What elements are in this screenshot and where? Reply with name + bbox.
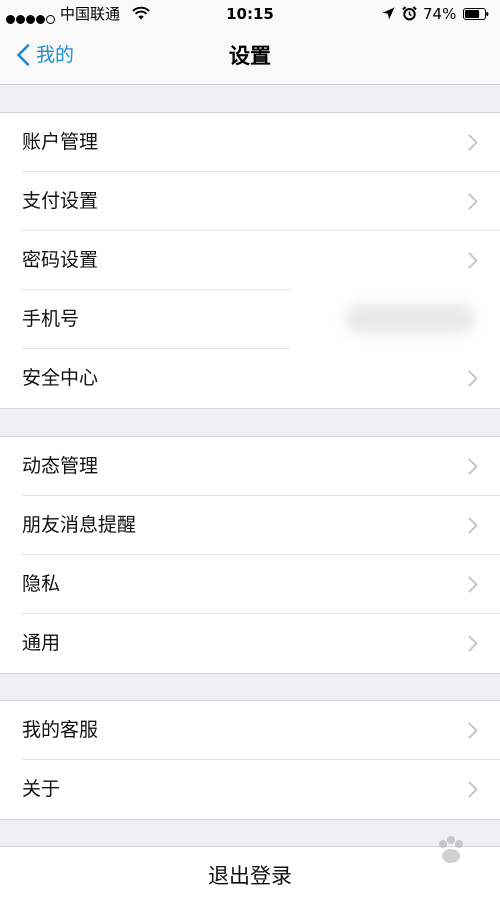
blurred-phone-value — [345, 304, 475, 334]
settings-item-label: 安全中心 — [22, 367, 99, 389]
settings-item-label: 账户管理 — [22, 131, 99, 153]
settings-group-support: 我的客服 关于 — [0, 700, 500, 820]
settings-item-password-settings[interactable]: 密码设置 — [0, 231, 500, 290]
settings-item-friend-notifications[interactable]: 朋友消息提醒 — [0, 496, 500, 555]
settings-group-account: 账户管理 支付设置 密码设置 手机号 安全中心 — [0, 112, 500, 409]
settings-item-label: 关于 — [22, 778, 61, 800]
battery-percentage: 74% — [423, 5, 457, 23]
settings-group-general: 动态管理 朋友消息提醒 隐私 通用 — [0, 436, 500, 674]
alarm-clock-icon — [402, 6, 417, 21]
status-bar: 中国联通 10:15 74% — [0, 0, 500, 28]
settings-item-label: 支付设置 — [22, 190, 99, 212]
watermark-logo — [439, 836, 463, 863]
battery-icon — [463, 8, 489, 20]
settings-item-payment-settings[interactable]: 支付设置 — [0, 172, 500, 231]
settings-item-label: 朋友消息提醒 — [22, 514, 137, 536]
chevron-right-icon — [468, 722, 478, 739]
settings-item-general[interactable]: 通用 — [0, 614, 500, 673]
settings-item-about[interactable]: 关于 — [0, 760, 500, 819]
chevron-right-icon — [468, 458, 478, 475]
chevron-right-icon — [468, 193, 478, 210]
settings-item-label: 手机号 — [22, 308, 80, 330]
settings-item-privacy[interactable]: 隐私 — [0, 555, 500, 614]
chevron-right-icon — [468, 252, 478, 269]
settings-item-account-management[interactable]: 账户管理 — [0, 113, 500, 172]
settings-item-security-center[interactable]: 安全中心 — [0, 349, 500, 408]
chevron-right-icon — [468, 576, 478, 593]
chevron-right-icon — [468, 370, 478, 387]
settings-item-label: 我的客服 — [22, 719, 99, 741]
settings-item-phone-number[interactable]: 手机号 — [0, 290, 500, 349]
page-title: 设置 — [229, 44, 271, 68]
settings-item-label: 隐私 — [22, 573, 61, 595]
location-arrow-icon — [382, 7, 395, 20]
settings-item-customer-service[interactable]: 我的客服 — [0, 701, 500, 760]
chevron-right-icon — [468, 134, 478, 151]
chevron-right-icon — [468, 635, 478, 652]
chevron-right-icon — [468, 781, 478, 798]
chevron-right-icon — [468, 517, 478, 534]
settings-item-label: 通用 — [22, 632, 61, 654]
settings-item-moments-management[interactable]: 动态管理 — [0, 437, 500, 496]
navigation-bar: 我的 设置 — [0, 28, 500, 85]
settings-item-label: 动态管理 — [22, 455, 99, 477]
settings-item-label: 密码设置 — [22, 249, 99, 271]
